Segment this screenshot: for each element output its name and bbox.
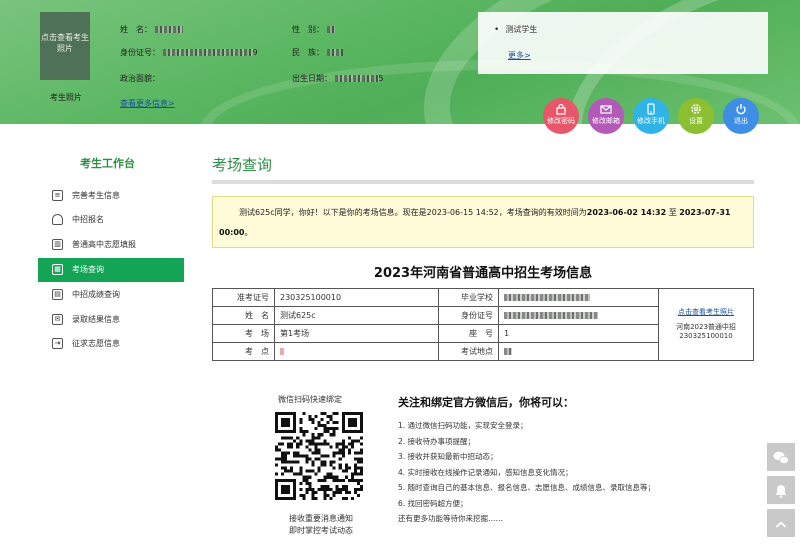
view-photo-link[interactable]: 点击查看考生照片 bbox=[664, 308, 748, 317]
student-photo[interactable]: 点击查看考生照片 bbox=[40, 12, 90, 80]
wechat-float-button[interactable] bbox=[767, 443, 795, 471]
mail-icon bbox=[600, 103, 612, 115]
view-more-info-link[interactable]: 查看更多信息> bbox=[120, 98, 175, 109]
wechat-qr-code bbox=[275, 412, 363, 500]
school-value bbox=[498, 288, 659, 307]
wechat-icon bbox=[773, 450, 789, 464]
nav-item-solicit[interactable]: ⇥ 征求志愿信息 bbox=[38, 332, 184, 356]
qr-caption-top: 微信扫码快速绑定 bbox=[278, 395, 342, 404]
page-title: 考场查询 bbox=[212, 156, 273, 174]
id-no-redacted bbox=[162, 49, 253, 56]
building-icon: ▥ bbox=[52, 239, 63, 250]
list-item: 6. 找回密码超方便； bbox=[398, 498, 468, 508]
exam-info-title: 2023年河南省普通高中招生考场信息 bbox=[373, 266, 593, 281]
idno-value bbox=[498, 306, 659, 325]
exam-info-table: 准考证号 230325100010 毕业学校 点击查看考生照片 河南2023普通… bbox=[212, 288, 754, 361]
ticket-value: 230325100010 bbox=[274, 288, 439, 307]
side-ticket-text: 河南2023普通中招230325100010 bbox=[676, 323, 736, 340]
bell-icon bbox=[52, 214, 63, 225]
name-value-redacted bbox=[154, 26, 183, 33]
gear-icon bbox=[690, 103, 702, 115]
bell-icon bbox=[775, 483, 787, 498]
lock-icon bbox=[555, 103, 567, 115]
nav-item-profile[interactable]: ≡ 完善考生信息 bbox=[38, 184, 184, 208]
room-value: 第1考场 bbox=[274, 324, 439, 343]
follow-benefits-list: 1. 通过微信扫码功能，实现安全登录； 2. 接收待办事项提醒； 3. 接收并获… bbox=[398, 418, 655, 527]
notification-float-button[interactable] bbox=[767, 476, 795, 504]
photo-cell: 点击查看考生照片 河南2023普通中招230325100010 bbox=[658, 288, 754, 361]
info-name: 姓 名： bbox=[120, 24, 183, 35]
nav-item-scores[interactable]: ▤ 中招成绩查询 bbox=[38, 283, 184, 307]
envelope-icon: ✉ bbox=[52, 314, 63, 325]
nav-title: 考生工作台 bbox=[80, 157, 135, 170]
nav-item-exam-room[interactable]: ▦ 考场查询 bbox=[38, 258, 184, 282]
change-password-button[interactable]: 修改密码 bbox=[543, 98, 579, 134]
notice-panel: 测试学生 更多> bbox=[478, 12, 768, 74]
change-phone-button[interactable]: 修改手机 bbox=[633, 98, 669, 134]
school-label: 毕业学校 bbox=[438, 288, 499, 307]
addr-value bbox=[498, 342, 659, 361]
nav-item-registration[interactable]: 中招报名 bbox=[38, 208, 184, 232]
follow-title: 关注和绑定官方微信后，你将可以： bbox=[398, 396, 574, 409]
back-to-top-button[interactable] bbox=[767, 509, 795, 537]
back-to-top-icon bbox=[775, 516, 787, 530]
seat-label: 座 号 bbox=[438, 324, 499, 343]
grid-icon: ▦ bbox=[52, 264, 63, 275]
nav-item-admission[interactable]: ✉ 录取结果信息 bbox=[38, 308, 184, 332]
qr-modules bbox=[275, 412, 363, 500]
list-item: 还有更多功能等待你来挖掘…… bbox=[398, 514, 503, 523]
exam-info-alert: 测试625c同学，你好！以下是你的考场信息。现在是2023-06-15 14:5… bbox=[212, 196, 754, 248]
export-icon: ⇥ bbox=[52, 338, 63, 349]
power-icon bbox=[735, 103, 747, 115]
list-item: 4. 实时接收在线操作记录通知，感知信息变化情况； bbox=[398, 467, 573, 477]
info-ethnicity: 民 族： bbox=[292, 47, 343, 58]
room-label: 考 场 bbox=[212, 324, 275, 343]
nav-item-volunteer[interactable]: ▥ 普通高中志愿填报 bbox=[38, 233, 184, 257]
settings-button[interactable]: 设置 bbox=[678, 98, 714, 134]
seat-value: 1 bbox=[498, 324, 659, 343]
qr-caption-bottom: 接收重要消息通知 即时掌控考试动态 bbox=[289, 514, 353, 535]
logout-button[interactable]: 退出 bbox=[723, 98, 759, 134]
info-birth: 出生日期： 5 bbox=[292, 74, 384, 83]
list-item: 5. 随时查询自己的基本信息、报名信息、志愿信息、成绩信息、录取信息等； bbox=[398, 483, 656, 492]
notice-item[interactable]: 测试学生 bbox=[494, 24, 537, 35]
site-label: 考 点 bbox=[212, 342, 275, 361]
phone-icon bbox=[645, 103, 657, 115]
info-gender: 性 别： bbox=[292, 24, 335, 35]
site-value bbox=[274, 342, 439, 361]
list-item: 3. 接收并获知最新中招动态； bbox=[398, 452, 498, 461]
list-item: 2. 接收待办事项提醒； bbox=[398, 436, 476, 446]
photo-hint: 点击查看考生照片 bbox=[41, 33, 89, 53]
ticket-label: 准考证号 bbox=[212, 288, 275, 307]
change-email-button[interactable]: 修改邮箱 bbox=[588, 98, 624, 134]
info-political: 政治面貌： bbox=[120, 74, 160, 83]
notice-more-link[interactable]: 更多> bbox=[508, 50, 531, 61]
name-label: 姓 名 bbox=[212, 306, 275, 325]
name-value: 测试625c bbox=[274, 306, 439, 325]
addr-label: 考试地点 bbox=[438, 342, 499, 361]
score-icon: ▤ bbox=[52, 289, 63, 300]
idno-label: 身份证号 bbox=[438, 306, 499, 325]
photo-label: 考生照片 bbox=[50, 93, 82, 102]
info-id-no: 身份证号： 9 bbox=[120, 48, 258, 57]
id-card-icon: ≡ bbox=[52, 190, 63, 201]
title-divider bbox=[212, 180, 754, 184]
list-item: 1. 通过微信扫码功能，实现安全登录； bbox=[398, 421, 528, 430]
